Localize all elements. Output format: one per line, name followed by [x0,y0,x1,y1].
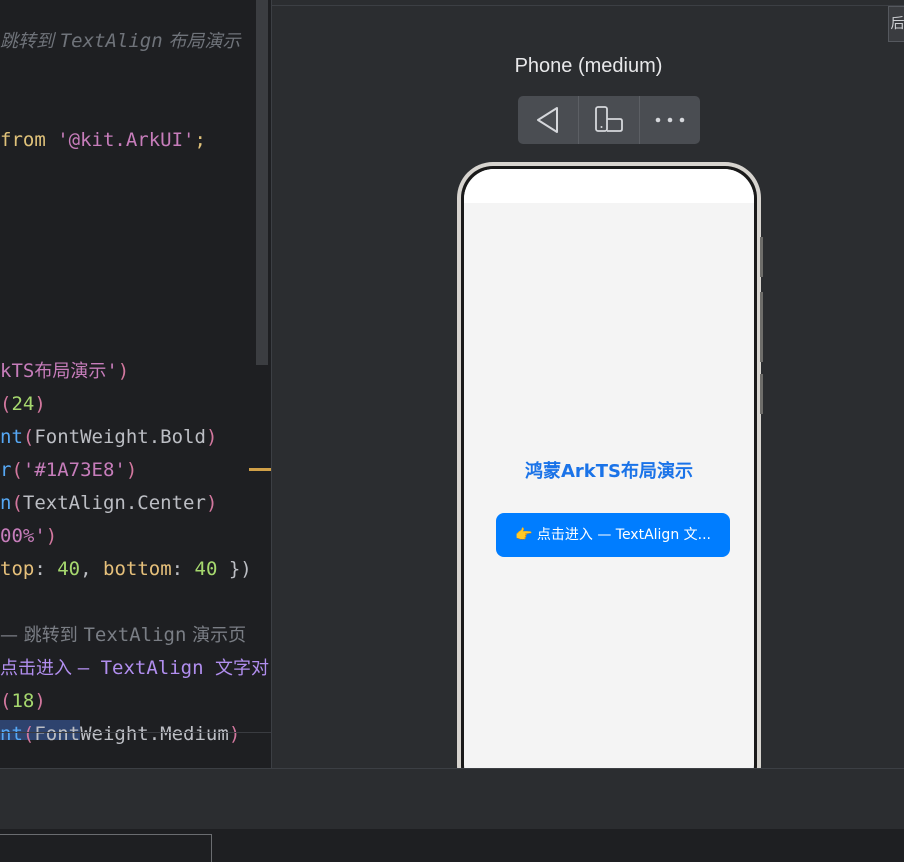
code-editor[interactable]: 跳转到 TextAlign 布局演示 from '@kit.ArkUI'; kTS… [0,0,271,768]
code-line[interactable]: n(TextAlign.Center) [0,489,217,517]
device-title: Phone (medium) [514,55,663,77]
bottom-panel [0,768,904,829]
code-token: : [34,558,58,580]
code-token: 00%' [0,525,46,547]
code-token: ) [205,492,218,514]
code-token: ( [11,492,23,514]
code-token: ; [194,129,206,151]
code-token: ) [34,690,46,712]
code-token: 40 [194,558,218,580]
corner-toggle-button[interactable]: 后 [888,6,904,42]
bottom-tab[interactable] [0,834,212,862]
code-line[interactable]: — 跳转到 TextAlign 演示页 [0,621,246,649]
code-token: — 跳转到 [0,625,84,646]
code-token: ( [0,690,12,712]
phone-bezel: 鸿蒙ArkTS布局演示 👉 点击进入 — TextAlign 文... [461,166,757,798]
code-line[interactable]: r('#1A73E8') [0,456,137,484]
code-line[interactable]: from '@kit.ArkUI'; [0,126,206,154]
code-line[interactable]: top: 40, bottom: 40 }) [0,555,252,583]
code-line[interactable]: 点击进入 — TextAlign 文字对 [0,654,269,682]
phone-side-button [760,292,763,362]
device-rotate-icon [595,106,623,132]
code-token: ( [0,393,12,415]
code-token: TextAlign [83,624,187,646]
code-token: FontWeight.Medium [34,723,229,745]
code-token: nt [0,723,23,745]
code-line[interactable]: nt(FontWeight.Bold) [0,423,217,451]
code-token: top [0,558,35,580]
change-marker [249,468,271,471]
code-line[interactable]: 00%') [0,522,57,550]
code-token: 布局演示 [162,31,241,52]
code-token: ) [228,723,241,745]
code-line[interactable]: (18) [0,687,46,715]
code-token: FontWeight.Bold [34,426,206,448]
code-token: from [0,129,58,151]
previewer-panel: 后 Phone (medium) 鸿蒙ArkTS布局演示 👉 点击进入 — Te… [271,0,904,802]
more-button[interactable] [640,96,700,144]
code-token: , [80,558,103,580]
phone-side-button [760,374,763,414]
code-token: TextAlign [59,30,163,52]
code-token: ( [22,426,35,448]
code-token: 18 [11,690,35,712]
code-token: ) [117,360,130,382]
code-token: ) [45,525,58,547]
code-token: 40 [57,558,81,580]
phone-screen: 鸿蒙ArkTS布局演示 👉 点击进入 — TextAlign 文... [464,169,754,795]
code-token: ) [125,459,138,481]
code-token: TextAlign.Center [22,492,206,514]
code-token: '@kit.ArkUI' [57,129,195,151]
code-token: 24 [11,393,35,415]
code-token: 跳转到 [0,31,60,52]
editor-scrollbar[interactable] [256,0,268,365]
code-token: ' [106,360,118,382]
code-token: n [0,492,12,514]
code-line[interactable]: (24) [0,390,46,418]
code-token: '#1A73E8' [22,459,126,481]
code-token: : [171,558,195,580]
more-dots-icon [655,117,685,123]
code-token: nt [0,426,23,448]
preview-top-divider [272,5,904,6]
code-token: }) [217,558,252,580]
code-token: 点击进入 [0,658,78,679]
code-line[interactable]: nt(FontWeight.Medium) [0,720,240,748]
code-token: ( [11,459,23,481]
code-token: ( [22,723,35,745]
code-token: bottom [103,558,172,580]
preview-toolbar [518,96,700,144]
enter-textalign-button[interactable]: 👉 点击进入 — TextAlign 文... [496,513,730,557]
triangle-back-icon [537,107,558,133]
code-line[interactable]: 跳转到 TextAlign 布局演示 [0,27,240,55]
code-token: — TextAlign [77,657,216,679]
code-token: kTS [0,360,35,382]
rotate-device-button[interactable] [579,96,640,144]
code-token: ) [205,426,218,448]
back-button[interactable] [518,96,579,144]
code-token: r [0,459,12,481]
code-token: 演示页 [186,625,247,646]
status-area [464,169,754,203]
code-line[interactable]: kTS布局演示') [0,357,129,385]
code-token: 布局演示 [34,361,107,382]
code-token: 文字对 [215,658,270,679]
phone-side-button [760,237,763,277]
app-title: 鸿蒙ArkTS布局演示 [524,461,694,482]
phone-frame: 鸿蒙ArkTS布局演示 👉 点击进入 — TextAlign 文... [457,162,763,802]
editor-divider [0,732,271,733]
code-token: ) [34,393,46,415]
